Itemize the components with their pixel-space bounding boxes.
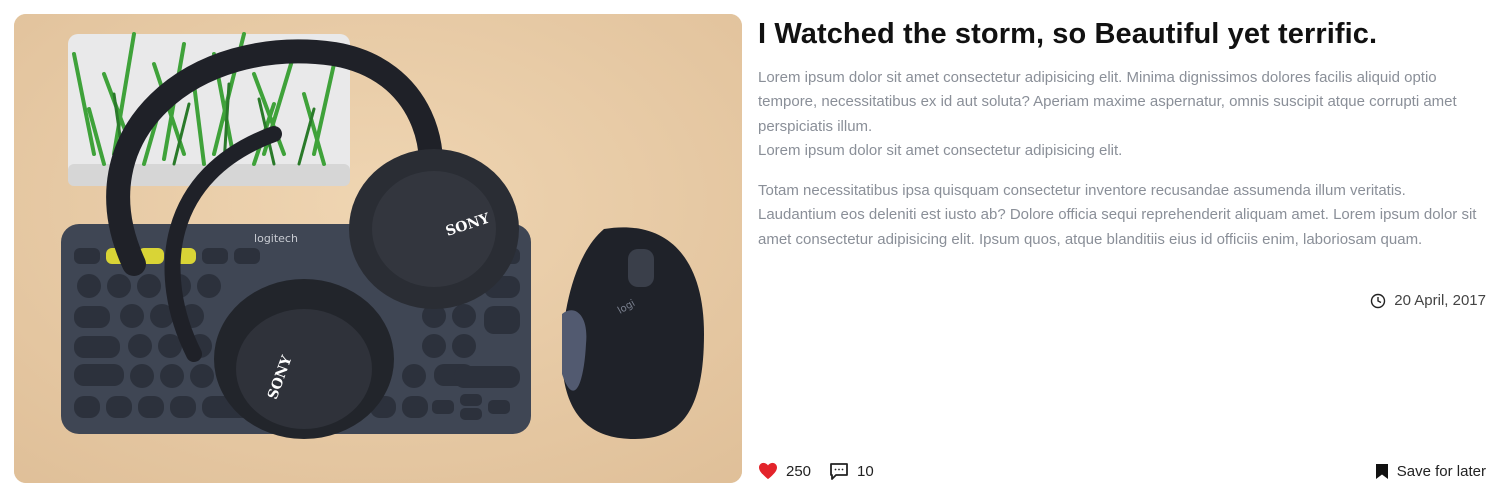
post-footer: 250 10 Save for later <box>758 458 1486 484</box>
post-date-text: 20 April, 2017 <box>1394 292 1486 309</box>
post-excerpt-1-line-2: Lorem ipsum dolor sit amet consectetur a… <box>758 141 1123 159</box>
like-count: 250 <box>786 462 812 480</box>
post-content: I Watched the storm, so Beautiful yet te… <box>758 14 1486 483</box>
post-excerpt-2: Totam necessitatibus ipsa quisquam conse… <box>758 182 1477 248</box>
blog-card: logitech SONY SONY logi I Watched the st… <box>0 0 1500 496</box>
comment-icon <box>829 462 849 481</box>
svg-text:logitech: logitech <box>254 232 298 245</box>
comment-count: 10 <box>857 462 874 480</box>
post-title: I Watched the storm, so Beautiful yet te… <box>758 18 1378 50</box>
save-for-later-button[interactable]: Save for later <box>1375 463 1486 480</box>
post-image[interactable]: logitech SONY SONY logi <box>14 14 742 483</box>
bookmark-icon <box>1375 463 1389 480</box>
post-excerpt-1: Lorem ipsum dolor sit amet consectetur a… <box>758 66 1486 163</box>
headphones-keyboard-photo: logitech SONY SONY logi <box>14 14 742 483</box>
clock-icon <box>1370 293 1386 309</box>
post-stats: 250 10 <box>758 462 874 481</box>
heart-icon <box>758 462 778 480</box>
like-button[interactable]: 250 <box>758 462 811 480</box>
post-date: 20 April, 2017 <box>1370 292 1486 309</box>
post-excerpt-1-line-1: Lorem ipsum dolor sit amet consectetur a… <box>758 69 1457 135</box>
comment-button[interactable]: 10 <box>829 462 874 481</box>
save-label: Save for later <box>1396 462 1486 480</box>
